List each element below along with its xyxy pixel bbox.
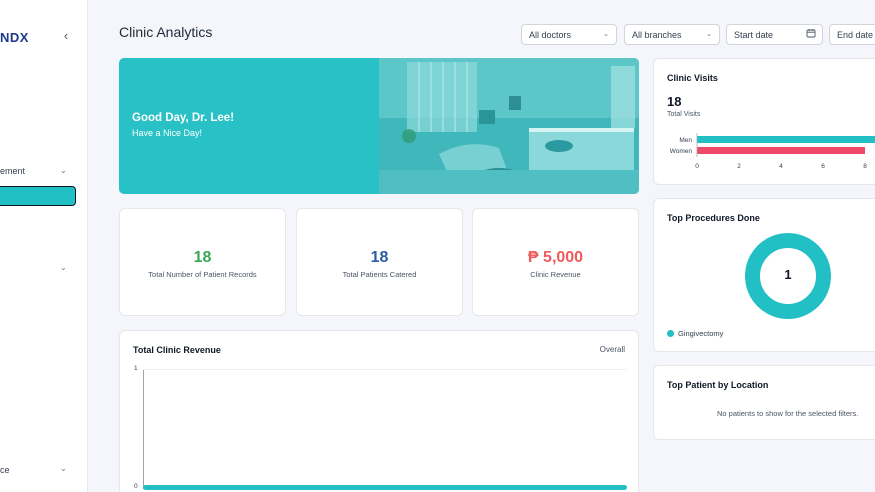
stat-card-patients-catered: 18 Total Patients Catered [296,208,463,316]
greeting-text: Good Day, Dr. Lee! [132,112,235,124]
stat-value: 18 [193,249,212,266]
calendar-icon [806,29,816,38]
gridline [143,369,627,370]
end-date-placeholder: End date [837,30,874,40]
welcome-banner: Good Day, Dr. Lee! Have a Nice Day! [119,58,639,194]
start-date-input[interactable]: Start date [726,24,823,45]
x-tick-label: 2 [737,163,741,170]
empty-state-message: No patients to show for the selected fil… [717,409,859,418]
doctor-filter-value: All doctors [529,30,572,40]
start-date-placeholder: Start date [734,30,774,40]
visits-bar-chart-svg: Men Women 0 2 4 6 8 [670,133,875,170]
sidebar-item-label: ement [0,166,26,176]
donut-center-value: 1 [784,267,792,282]
bar-women [697,147,865,154]
chevron-down-icon: ⌄ [603,31,609,38]
chevron-down-icon: ⌄ [60,464,67,473]
revenue-chart-card: Total Clinic Revenue Overall 1 0 [119,330,639,492]
clinic-room-image [379,58,639,194]
stat-card-patient-records: 18 Total Number of Patient Records [119,208,286,316]
x-tick-label: 4 [779,163,783,170]
x-tick-label: 6 [821,163,825,170]
collapse-sidebar-icon[interactable]: ‹ [58,28,74,44]
y-axis [143,369,144,489]
legend-swatch [667,330,674,337]
sidebar-item-management[interactable]: ement [0,166,25,176]
stat-value: ₱ 5,000 [527,249,584,266]
stat-label: Clinic Revenue [530,270,581,279]
revenue-period-label: Overall [599,345,625,354]
page-title: Clinic Analytics [119,24,213,40]
chevron-down-icon[interactable]: ⌄ [60,263,67,272]
revenue-chart-title: Total Clinic Revenue [133,345,221,355]
bar-men [697,136,875,143]
end-date-input[interactable]: End date [829,24,875,45]
top-procedures-card: Top Procedures Done 1 Gingivectomy [653,198,875,352]
category-label: Women [670,148,693,155]
clinic-visits-card: Clinic Visits 18 Total Visits Men Women 0 2… [653,58,875,185]
doctor-filter-select[interactable]: All doctors ⌄ [521,24,617,45]
stat-card-clinic-revenue: ₱ 5,000 Clinic Revenue [472,208,639,316]
stat-label: Total Patients Catered [342,270,417,279]
legend-label: Gingivectomy [678,329,724,338]
branch-filter-select[interactable]: All branches ⌄ [624,24,720,45]
stat-label: Total Number of Patient Records [148,270,257,279]
top-location-card: Top Patient by Location No patients to s… [653,365,875,440]
top-location-title: Top Patient by Location [667,380,769,390]
y-tick-label: 1 [134,365,138,372]
chevron-down-icon: ⌄ [60,166,67,175]
revenue-series-line [143,485,627,490]
sidebar-item-label: ce [0,465,10,475]
sidebar-item-active[interactable] [0,186,76,206]
branch-filter-value: All branches [632,30,682,40]
sidebar-item-finance[interactable]: ce [0,465,10,475]
y-tick-label: 0 [134,483,138,490]
sidebar: NDX ‹ ement ⌄ ⌄ ce ⌄ [0,0,88,492]
category-label: Men [679,137,692,144]
stat-value: 18 [370,249,389,266]
greeting-subtitle: Have a Nice Day! [132,128,203,138]
top-procedures-title: Top Procedures Done [667,213,760,223]
x-tick-label: 8 [863,163,867,170]
app-logo: NDX [0,30,29,45]
x-tick-label: 0 [695,163,699,170]
chevron-down-icon: ⌄ [706,31,712,38]
